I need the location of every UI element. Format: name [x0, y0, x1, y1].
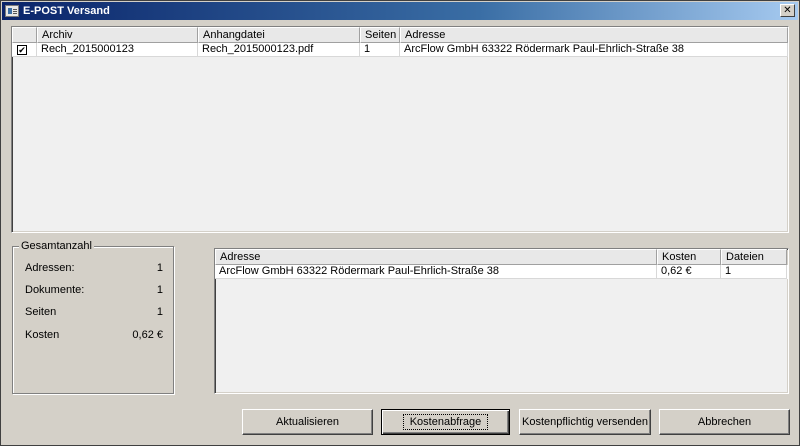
table-row[interactable]: ✔ Rech_2015000123 Rech_2015000123.pdf 1 …: [12, 43, 788, 57]
stat-label: Dokumente:: [25, 284, 85, 296]
stat-value: 0,62 €: [132, 329, 163, 341]
stat-label: Seiten: [25, 306, 57, 318]
cell-adresse: ArcFlow GmbH 63322 Rödermark Paul-Ehrlic…: [215, 265, 657, 279]
summary-group: Gesamtanzahl Adressen: 1 Dokumente: 1 Se…: [12, 240, 174, 394]
stat-kosten: Kosten 0,62 €: [25, 329, 163, 341]
column-header-dateien[interactable]: Dateien: [721, 249, 787, 265]
column-header-adresse[interactable]: Adresse: [400, 27, 788, 43]
cell-seiten: 1: [360, 43, 400, 57]
kostenpflichtig-versenden-button[interactable]: Kostenpflichtig versenden: [519, 409, 651, 435]
row-check-cell: ✔: [12, 43, 37, 57]
abbrechen-button[interactable]: Abbrechen: [659, 409, 790, 435]
title-bar[interactable]: E-POST Versand ✕: [2, 2, 798, 20]
row-checkbox[interactable]: ✔: [17, 44, 27, 55]
stat-adressen: Adressen: 1: [25, 262, 163, 274]
stat-value: 1: [156, 284, 163, 296]
kostenabfrage-label: Kostenabfrage: [402, 414, 489, 430]
table-row[interactable]: ArcFlow GmbH 63322 Rödermark Paul-Ehrlic…: [215, 265, 788, 279]
stat-label: Kosten: [25, 329, 60, 341]
column-header-archiv[interactable]: Archiv: [37, 27, 198, 43]
cell-dateien: 1: [721, 265, 787, 279]
stat-dokumente: Dokumente: 1: [25, 284, 163, 296]
stat-value: 1: [156, 306, 163, 318]
cell-kosten: 0,62 €: [657, 265, 721, 279]
column-header-check[interactable]: [12, 27, 37, 43]
column-header-adresse[interactable]: Adresse: [215, 249, 657, 265]
app-icon: [5, 5, 19, 17]
window-title: E-POST Versand: [23, 5, 110, 17]
cell-anhangdatei: Rech_2015000123.pdf: [198, 43, 360, 57]
kostenabfrage-button[interactable]: Kostenabfrage: [381, 409, 510, 435]
cost-table-header: Adresse Kosten Dateien: [215, 249, 788, 265]
stat-seiten: Seiten 1: [25, 306, 163, 318]
summary-group-title: Gesamtanzahl: [19, 240, 94, 252]
documents-table-header: Archiv Anhangdatei Seiten Adresse: [12, 27, 788, 43]
stat-value: 1: [156, 262, 163, 274]
cell-adresse: ArcFlow GmbH 63322 Rödermark Paul-Ehrlic…: [400, 43, 788, 57]
column-header-kosten[interactable]: Kosten: [657, 249, 721, 265]
close-button[interactable]: ✕: [780, 4, 795, 17]
cell-archiv: Rech_2015000123: [37, 43, 198, 57]
column-header-seiten[interactable]: Seiten: [360, 27, 400, 43]
epost-versand-window: E-POST Versand ✕ Archiv Anhangdatei Seit…: [0, 0, 800, 446]
column-header-anhangdatei[interactable]: Anhangdatei: [198, 27, 360, 43]
cost-table[interactable]: Adresse Kosten Dateien ArcFlow GmbH 6332…: [214, 248, 789, 394]
aktualisieren-button[interactable]: Aktualisieren: [242, 409, 373, 435]
documents-table[interactable]: Archiv Anhangdatei Seiten Adresse ✔ Rech…: [11, 26, 789, 233]
stat-label: Adressen:: [25, 262, 75, 274]
